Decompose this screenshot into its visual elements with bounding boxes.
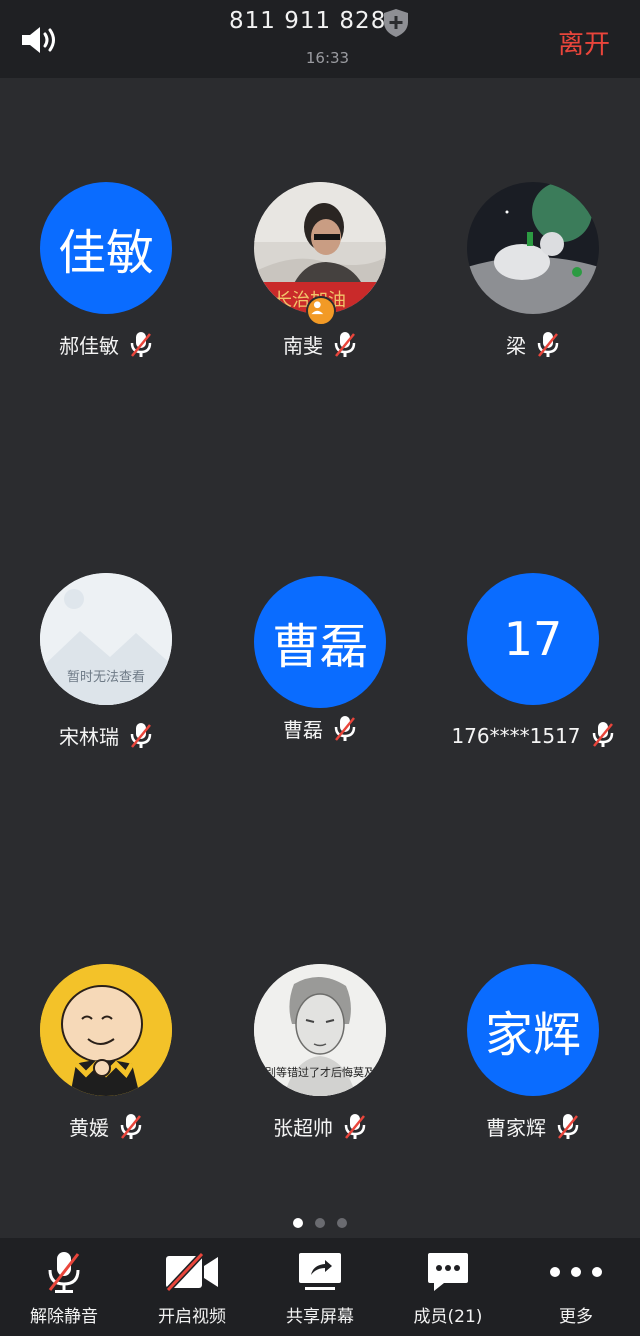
avatar: 长治加油	[254, 182, 386, 314]
mic-muted-icon	[537, 332, 559, 357]
host-badge-icon	[306, 296, 336, 326]
page-indicator[interactable]	[0, 1213, 640, 1228]
page-dot-2[interactable]	[315, 1218, 325, 1228]
avatar: 佳敏	[40, 182, 172, 314]
participant-tile[interactable]: 曹磊 曹磊	[214, 576, 414, 776]
meeting-time: 16:33	[305, 49, 350, 67]
share-screen-button[interactable]: 共享屏幕	[256, 1238, 384, 1336]
share-screen-icon	[299, 1253, 341, 1290]
avatar: 暂时无法查看	[40, 573, 172, 705]
participant-name: 黄媛	[69, 1116, 109, 1140]
mic-muted-icon	[48, 1252, 80, 1293]
participant-name: 梁	[506, 334, 526, 358]
avatar: 家辉	[467, 964, 599, 1096]
mic-muted-icon	[120, 1114, 142, 1139]
bottom-toolbar: 解除静音 开启视频 共享屏幕 成员(21) 更多	[0, 1238, 640, 1336]
participant-tile[interactable]: 梁	[427, 182, 627, 382]
avatar	[40, 964, 172, 1096]
mic-muted-icon	[334, 716, 356, 741]
photo-avatar	[467, 182, 599, 314]
avatar: 17	[467, 573, 599, 705]
avatar: 别等错过了才后悔莫及	[254, 964, 386, 1096]
mic-muted-icon	[557, 1114, 579, 1139]
participant-grid: 佳敏 郝佳敏 长治加油	[0, 78, 640, 1238]
participant-tile[interactable]: 17 176****1517	[427, 573, 627, 773]
leave-button[interactable]: 离开	[558, 24, 610, 61]
participant-name: 郝佳敏	[59, 334, 119, 358]
participant-tile[interactable]: 别等错过了才后悔莫及 张超帅	[214, 964, 414, 1164]
mic-muted-icon	[130, 723, 152, 748]
participant-name: 张超帅	[273, 1116, 333, 1140]
page-dot-1[interactable]	[293, 1218, 303, 1228]
unmute-button[interactable]: 解除静音	[0, 1238, 128, 1336]
avatar	[467, 182, 599, 314]
share-screen-label: 共享屏幕	[286, 1307, 354, 1327]
start-video-button[interactable]: 开启视频	[128, 1238, 256, 1336]
photo-avatar: 长治加油	[254, 182, 386, 314]
top-bar: 811 911 828 16:33 离开	[0, 0, 640, 78]
photo-caption: 别等错过了才后悔莫及	[265, 1065, 375, 1079]
more-dots-icon	[550, 1267, 602, 1277]
members-label: 成员(21)	[413, 1307, 483, 1327]
participant-name: 曹家辉	[486, 1116, 546, 1140]
photo-avatar	[40, 964, 172, 1096]
members-button[interactable]: 成员(21)	[384, 1238, 512, 1336]
participant-name: 宋林瑞	[59, 725, 119, 749]
meeting-id[interactable]: 811 911 828	[229, 8, 386, 34]
image-placeholder-icon: 暂时无法查看	[40, 573, 172, 705]
participant-tile[interactable]: 家辉 曹家辉	[427, 964, 627, 1164]
participant-tile[interactable]: 长治加油 南斐	[214, 182, 414, 382]
photo-avatar: 别等错过了才后悔莫及	[254, 964, 386, 1096]
unmute-label: 解除静音	[30, 1307, 98, 1327]
meeting-screen: 811 911 828 16:33 离开 佳敏 郝佳敏 南斐 梁 暂时无法查看 …	[0, 0, 640, 1336]
mic-muted-icon	[344, 1114, 366, 1139]
page-dot-3[interactable]	[337, 1218, 347, 1228]
start-video-label: 开启视频	[158, 1307, 226, 1327]
placeholder-text: 暂时无法查看	[67, 669, 145, 685]
participant-tile[interactable]: 佳敏 郝佳敏	[0, 182, 200, 382]
mic-muted-icon	[592, 722, 613, 747]
chat-bubble-icon	[428, 1253, 468, 1291]
mic-muted-icon	[334, 332, 356, 357]
avatar: 曹磊	[254, 576, 386, 708]
participant-name: 南斐	[283, 334, 323, 358]
participant-name: 曹磊	[283, 718, 323, 742]
participant-name: 176****1517	[451, 724, 581, 748]
more-button[interactable]: 更多	[512, 1238, 640, 1336]
mic-muted-icon	[130, 332, 152, 357]
participant-tile[interactable]: 暂时无法查看 宋林瑞	[0, 573, 200, 773]
shield-icon[interactable]	[382, 8, 410, 38]
more-label: 更多	[559, 1307, 593, 1327]
participant-tile[interactable]: 黄媛	[0, 964, 200, 1164]
video-off-icon	[165, 1252, 218, 1292]
